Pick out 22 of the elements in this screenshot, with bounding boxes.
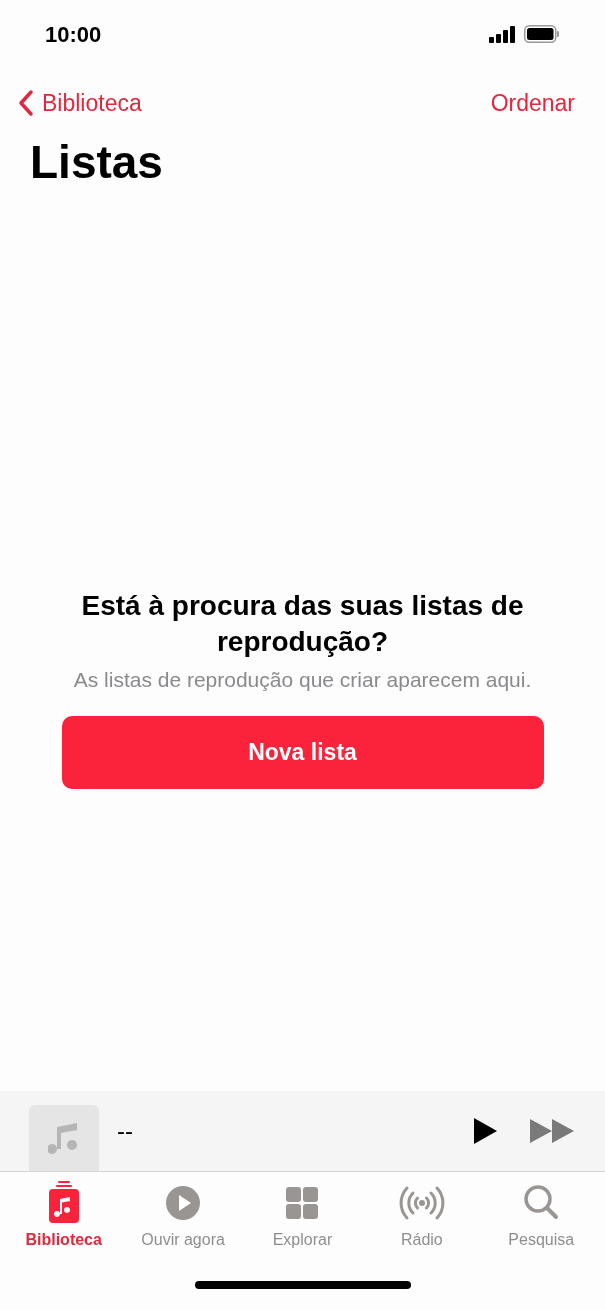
- empty-state-heading: Está à procura das suas listas de reprodução?: [80, 588, 525, 659]
- battery-icon: [524, 25, 560, 43]
- tab-bar-item[interactable]: Explorar: [244, 1180, 360, 1260]
- tab-bar-item[interactable]: Pesquisa: [483, 1180, 599, 1260]
- page-title: Listas: [29, 135, 164, 190]
- fast-forward-button[interactable]: [529, 1118, 575, 1144]
- chevron-left-icon: [18, 89, 34, 117]
- music-note-icon: [48, 1121, 80, 1155]
- fast-forward-icon: [529, 1118, 575, 1144]
- tab-bar-item[interactable]: Rádio: [364, 1180, 480, 1260]
- play-button[interactable]: [471, 1116, 499, 1146]
- signal-icon: [489, 25, 516, 43]
- tab-bar-item[interactable]: Biblioteca: [6, 1180, 122, 1260]
- track-title: --: [117, 1116, 134, 1146]
- back-button[interactable]: Biblioteca: [18, 85, 142, 121]
- tab-bar-item[interactable]: Ouvir agora: [125, 1180, 241, 1260]
- mini-player[interactable]: --: [0, 1091, 605, 1172]
- empty-state-text: As listas de reprodução que criar aparecem aqui.: [73, 667, 532, 694]
- sort-button[interactable]: Ordenar: [490, 85, 575, 121]
- status-time: 10:00: [45, 20, 102, 49]
- new-playlist-button[interactable]: Nova lista: [61, 715, 544, 789]
- play-icon: [471, 1116, 499, 1146]
